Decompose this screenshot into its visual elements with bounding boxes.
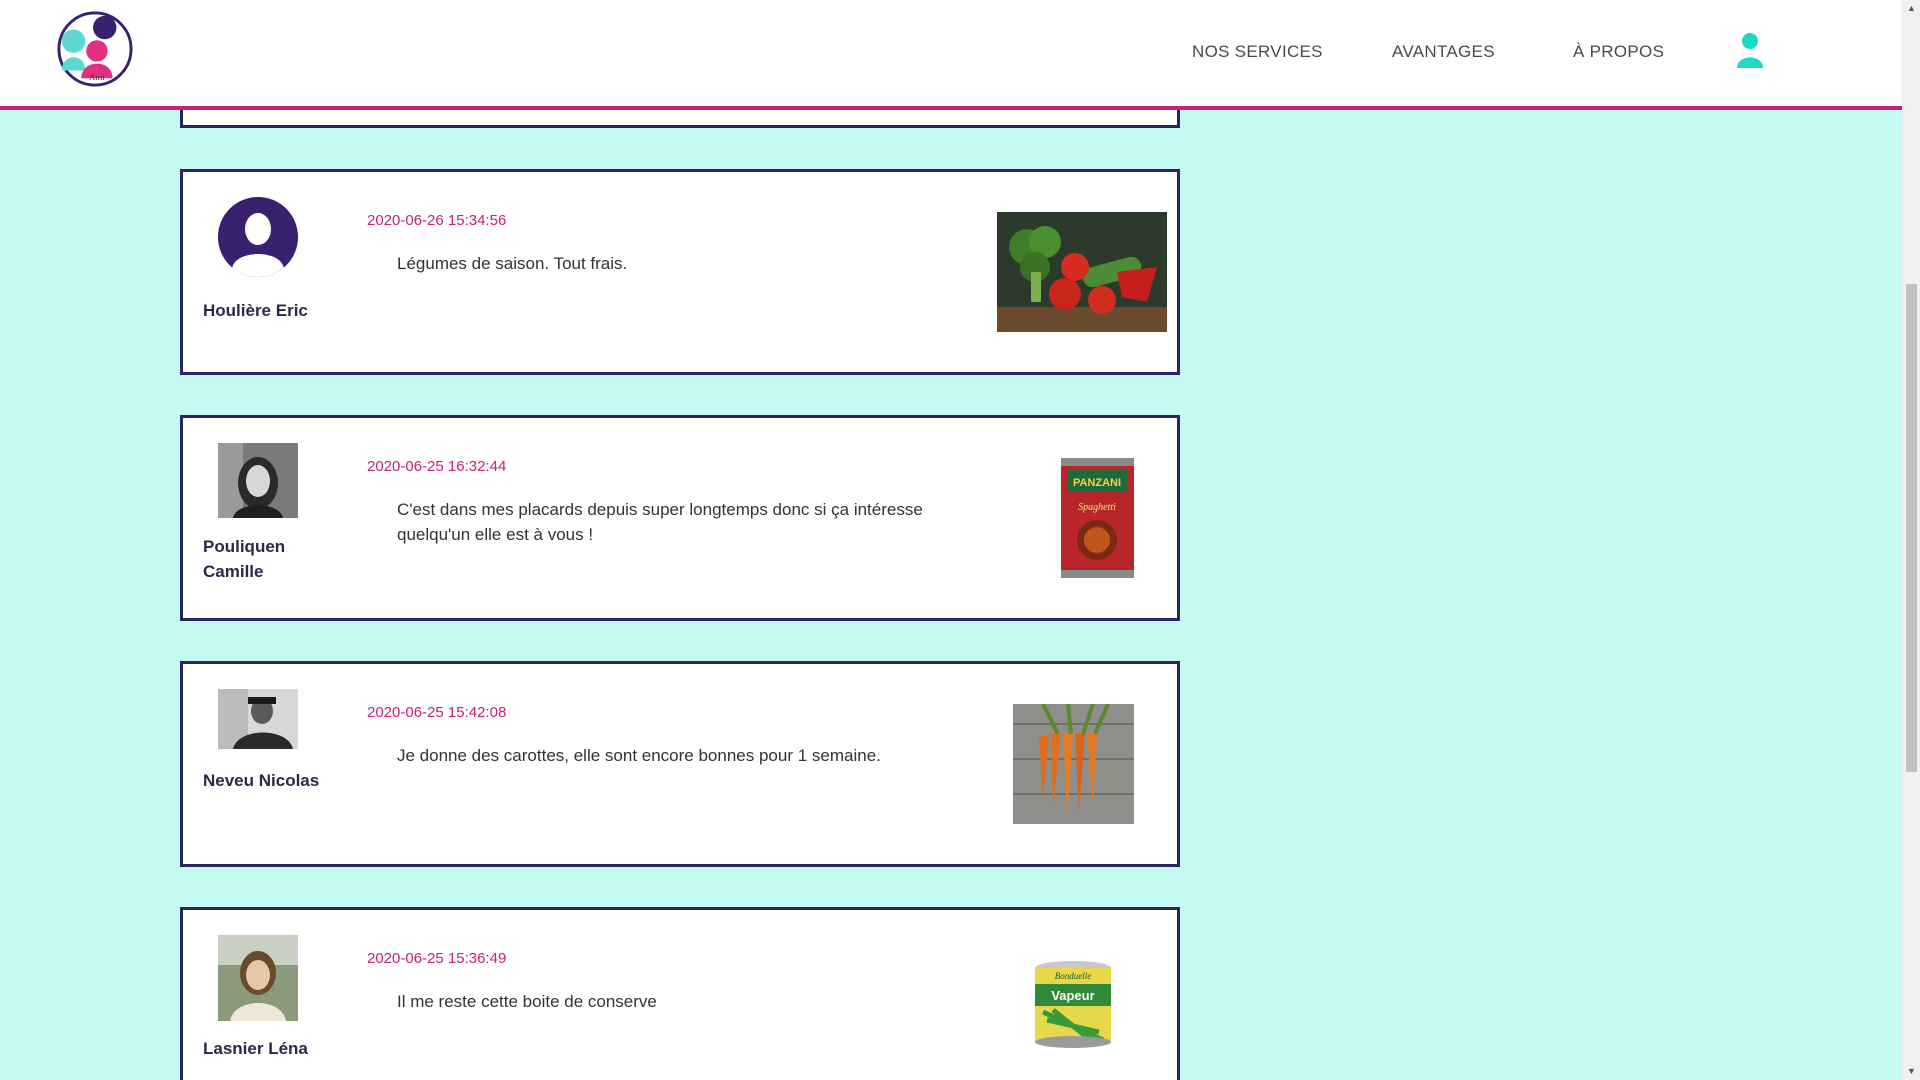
post-timestamp: 2020-06-25 15:36:49 <box>367 950 507 967</box>
user-photo <box>218 935 298 1021</box>
post-card: Neveu Nicolas 2020-06-25 15:42:08 Je don… <box>180 661 1180 867</box>
svg-text:PANZANI: PANZANI <box>1073 477 1121 489</box>
svg-text:Ami: Ami <box>89 72 105 82</box>
carrots-photo[interactable] <box>1013 704 1134 824</box>
post-card: Lasnier Léna 2020-06-25 15:36:49 Il me r… <box>180 907 1180 1080</box>
user-icon[interactable] <box>1735 32 1765 68</box>
green-beans-can-photo[interactable]: Bonduelle Vapeur <box>1033 960 1113 1050</box>
post-author[interactable]: Houlière Eric <box>203 298 333 323</box>
post-card: Houlière Eric 2020-06-26 15:34:56 Légume… <box>180 169 1180 375</box>
scroll-up-arrow-icon[interactable]: ▲ <box>1903 0 1920 17</box>
svg-text:Spaghetti: Spaghetti <box>1078 502 1116 513</box>
svg-text:Bonduelle: Bonduelle <box>1055 971 1092 981</box>
scroll-thumb[interactable] <box>1906 284 1917 772</box>
user-photo <box>218 443 298 518</box>
post-timestamp: 2020-06-26 15:34:56 <box>367 212 507 229</box>
post-author[interactable]: Neveu Nicolas <box>203 768 333 793</box>
ami-logo-icon[interactable]: Ami <box>56 10 134 88</box>
post-author[interactable]: Pouliquen Camille <box>203 534 333 584</box>
page-scrollbar[interactable]: ▲ ▼ <box>1902 0 1920 1080</box>
nav-apropos[interactable]: À PROPOS <box>1573 42 1664 62</box>
post-message: C'est dans mes placards depuis super lon… <box>397 500 923 544</box>
post-message: Je donne des carottes, elle sont encore … <box>397 746 881 765</box>
post-author[interactable]: Lasnier Léna <box>203 1036 333 1061</box>
post-timestamp: 2020-06-25 15:42:08 <box>367 704 507 721</box>
default-avatar-icon <box>218 197 298 277</box>
vegetables-photo[interactable] <box>997 212 1167 332</box>
post-message: Légumes de saison. Tout frais. <box>397 254 628 273</box>
scroll-down-arrow-icon[interactable]: ▼ <box>1903 1063 1920 1080</box>
svg-text:Vapeur: Vapeur <box>1051 988 1094 1003</box>
nav-services[interactable]: NOS SERVICES <box>1192 42 1323 62</box>
user-photo <box>218 689 298 749</box>
site-header: Ami NOS SERVICES AVANTAGES À PROPOS <box>0 0 1903 110</box>
post-timestamp: 2020-06-25 16:32:44 <box>367 458 507 475</box>
post-message: Il me reste cette boite de conserve <box>397 992 657 1011</box>
spaghetti-can-photo[interactable]: PANZANI Spaghetti <box>1061 458 1134 578</box>
post-card: Pouliquen Camille 2020-06-25 16:32:44 C'… <box>180 415 1180 621</box>
nav-avantages[interactable]: AVANTAGES <box>1392 42 1495 62</box>
